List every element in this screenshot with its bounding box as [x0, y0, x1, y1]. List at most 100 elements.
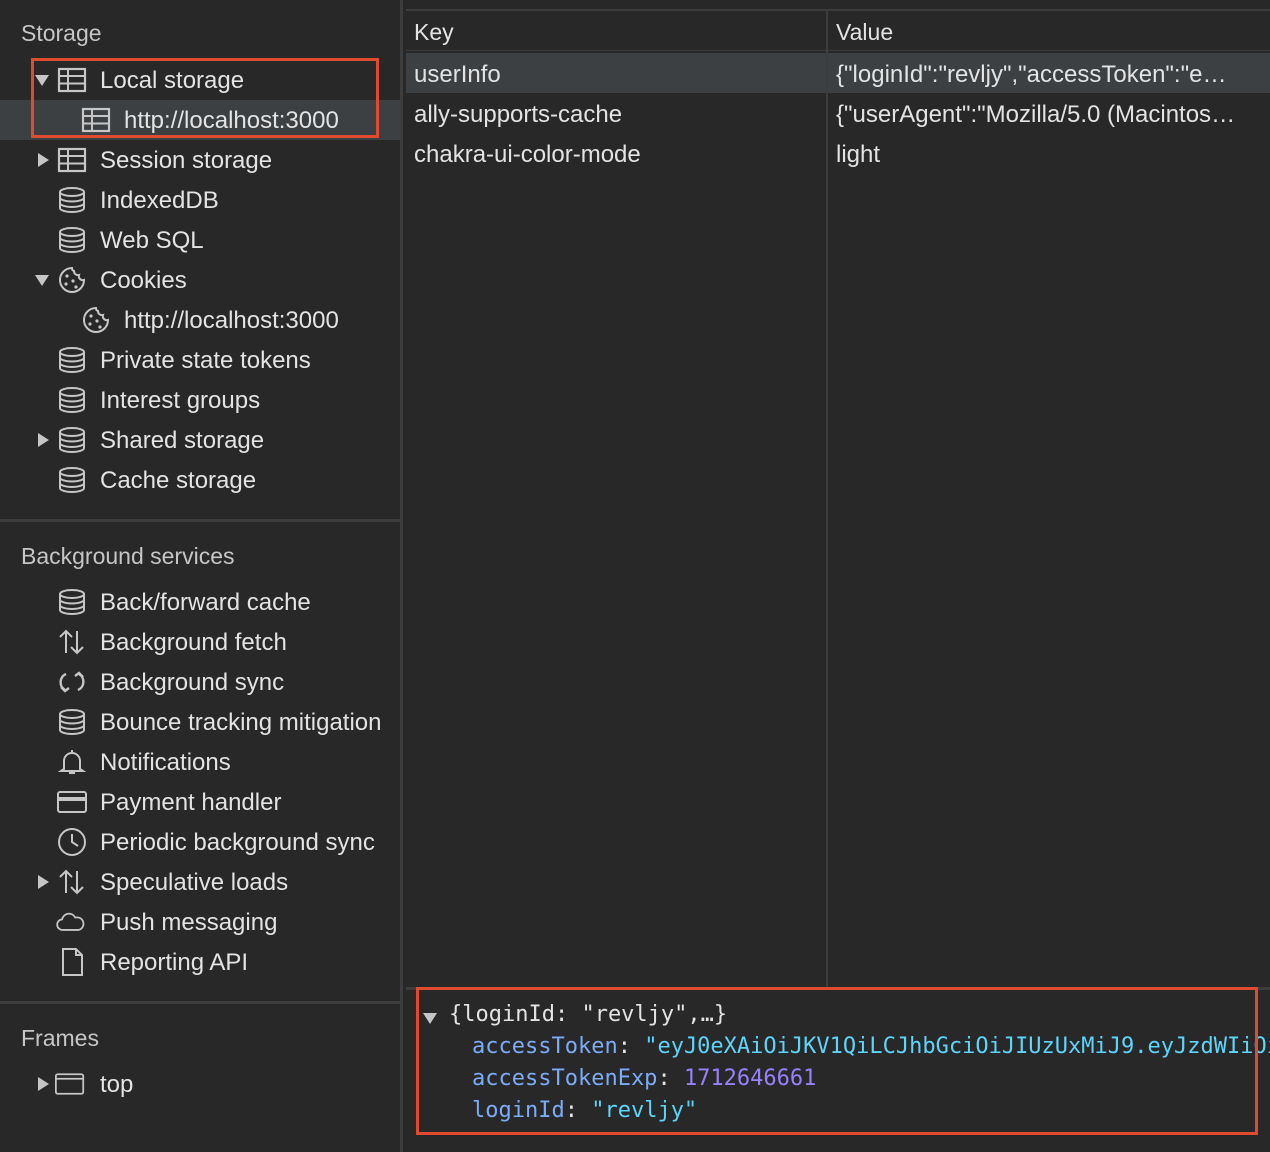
row-key[interactable]: chakra-ui-color-mode: [414, 141, 819, 169]
background-services-section-title: Background services: [21, 543, 235, 569]
clock-icon: [57, 828, 87, 856]
tree-item-bounce-tracking-mitigation[interactable]: Bounce tracking mitigation: [0, 702, 400, 742]
property-value: 1712646661: [683, 1066, 817, 1091]
section-divider: [0, 1001, 400, 1004]
tree-item-label: Cache storage: [100, 467, 257, 494]
tree-item-label: Interest groups: [100, 387, 261, 414]
tree-item-label: Cookies: [100, 267, 187, 294]
tree-item-speculative-loads[interactable]: Speculative loads: [0, 862, 400, 902]
credit-card-icon: [57, 788, 87, 816]
tree-item-label: Private state tokens: [100, 347, 311, 374]
tree-item-label: Reporting API: [100, 949, 249, 976]
tree-item-label: Payment handler: [100, 789, 282, 816]
database-icon: [57, 346, 87, 374]
tree-item-notifications[interactable]: Notifications: [0, 742, 400, 782]
expand-arrow-icon[interactable]: [38, 433, 49, 447]
tree-item-local-storage[interactable]: Local storage: [0, 60, 400, 100]
tree-item-label: Background sync: [100, 669, 285, 696]
column-header-key[interactable]: Key: [414, 19, 454, 46]
table-row[interactable]: chakra-ui-color-mode light: [406, 133, 1270, 173]
table-icon: [57, 146, 87, 174]
property-line[interactable]: accessTokenExp: 1712646661: [472, 1066, 816, 1098]
database-icon: [57, 426, 87, 454]
tree-item-interest-groups[interactable]: Interest groups: [0, 380, 400, 420]
tree-item-frame-top[interactable]: top: [0, 1064, 400, 1104]
row-key[interactable]: userInfo: [414, 61, 819, 89]
tree-item-cookies[interactable]: Cookies: [0, 260, 400, 300]
tree-item-label: Background fetch: [100, 629, 287, 656]
expand-arrow-icon[interactable]: [38, 875, 49, 889]
row-key[interactable]: ally-supports-cache: [414, 101, 819, 129]
tree-item-background-sync[interactable]: Background sync: [0, 662, 400, 702]
tree-item-push-messaging[interactable]: Push messaging: [0, 902, 400, 942]
table-row[interactable]: ally-supports-cache {"userAgent":"Mozill…: [406, 93, 1270, 133]
database-icon: [57, 186, 87, 214]
tree-item-session-storage[interactable]: Session storage: [0, 140, 400, 180]
tree-item-periodic-background-sync[interactable]: Periodic background sync: [0, 822, 400, 862]
tree-item-label: Speculative loads: [100, 869, 289, 896]
storage-section-title: Storage: [21, 20, 102, 46]
tree-item-cache-storage[interactable]: Cache storage: [0, 460, 400, 500]
storage-items-grid: Key Value userInfo {"loginId":"revljy","…: [406, 0, 1270, 987]
tree-item-label: Back/forward cache: [100, 589, 311, 616]
tree-item-back-forward-cache[interactable]: Back/forward cache: [0, 582, 400, 622]
tree-item-reporting-api[interactable]: Reporting API: [0, 942, 400, 982]
property-line[interactable]: accessToken: "eyJ0eXAiOiJKV1QiLCJhbGciOi…: [472, 1034, 1270, 1066]
cloud-icon: [55, 908, 85, 936]
application-sidebar: Storage Local storage http://localhost:3…: [0, 0, 403, 1152]
property-key: accessTokenExp: [472, 1066, 658, 1091]
tree-item-label: Web SQL: [100, 227, 204, 254]
tree-item-label: top: [100, 1071, 134, 1098]
expand-arrow-icon[interactable]: [35, 275, 49, 286]
row-value[interactable]: {"loginId":"revljy","accessToken":"eyJ0e…: [836, 61, 1236, 89]
frame-icon: [55, 1070, 85, 1098]
tree-item-label: Notifications: [100, 749, 231, 776]
tree-item-payment-handler[interactable]: Payment handler: [0, 782, 400, 822]
property-key: loginId: [472, 1098, 565, 1123]
database-icon: [57, 466, 87, 494]
tree-item-cookies-localhost[interactable]: http://localhost:3000: [0, 300, 400, 340]
tree-item-label: Bounce tracking mitigation: [100, 709, 382, 736]
database-icon: [57, 708, 87, 736]
up-down-arrows-icon: [57, 868, 87, 896]
tree-item-web-sql[interactable]: Web SQL: [0, 220, 400, 260]
expand-arrow-icon[interactable]: [38, 153, 49, 167]
column-resizer[interactable]: [826, 11, 828, 987]
expand-arrow-icon[interactable]: [38, 1077, 49, 1091]
frames-section-title: Frames: [21, 1025, 99, 1051]
tree-item-local-storage-localhost[interactable]: http://localhost:3000: [0, 100, 400, 140]
value-preview-pane: {loginId: "revljy",…} accessToken: "eyJ0…: [406, 990, 1270, 1152]
row-value[interactable]: {"userAgent":"Mozilla/5.0 (Macintosh; In…: [836, 101, 1236, 129]
sync-icon: [57, 668, 87, 696]
tree-item-background-fetch[interactable]: Background fetch: [0, 622, 400, 662]
tree-item-label: http://localhost:3000: [124, 107, 339, 134]
property-line[interactable]: loginId: "revljy": [472, 1098, 697, 1130]
up-down-arrows-icon: [57, 628, 87, 656]
row-value[interactable]: light: [836, 141, 1236, 169]
database-icon: [57, 226, 87, 254]
tree-item-label: Session storage: [100, 147, 273, 174]
table-icon: [57, 66, 87, 94]
document-icon: [57, 948, 87, 976]
property-key: accessToken: [472, 1034, 618, 1059]
tree-item-shared-storage[interactable]: Shared storage: [0, 420, 400, 460]
database-icon: [57, 386, 87, 414]
tree-item-indexeddb[interactable]: IndexedDB: [0, 180, 400, 220]
property-value: "eyJ0eXAiOiJKV1QiLCJhbGciOiJIUzUxMiJ9.ey…: [644, 1034, 1270, 1059]
property-value: "revljy": [591, 1098, 698, 1123]
tree-item-label: Push messaging: [100, 909, 278, 936]
cookie-icon: [81, 306, 111, 334]
table-icon: [81, 106, 111, 134]
section-divider: [0, 519, 400, 522]
tree-item-label: http://localhost:3000: [124, 307, 339, 334]
tree-item-label: Periodic background sync: [100, 829, 375, 856]
object-summary: {loginId: "revljy",…}: [449, 1002, 728, 1027]
collapse-arrow-icon[interactable]: [423, 1013, 437, 1024]
expand-arrow-icon[interactable]: [35, 75, 49, 86]
table-row[interactable]: userInfo {"loginId":"revljy","accessToke…: [406, 53, 1270, 93]
cookie-icon: [57, 266, 87, 294]
database-icon: [57, 588, 87, 616]
tree-item-private-state-tokens[interactable]: Private state tokens: [0, 340, 400, 380]
column-header-value[interactable]: Value: [836, 19, 893, 46]
grid-header: Key Value: [406, 11, 1270, 51]
